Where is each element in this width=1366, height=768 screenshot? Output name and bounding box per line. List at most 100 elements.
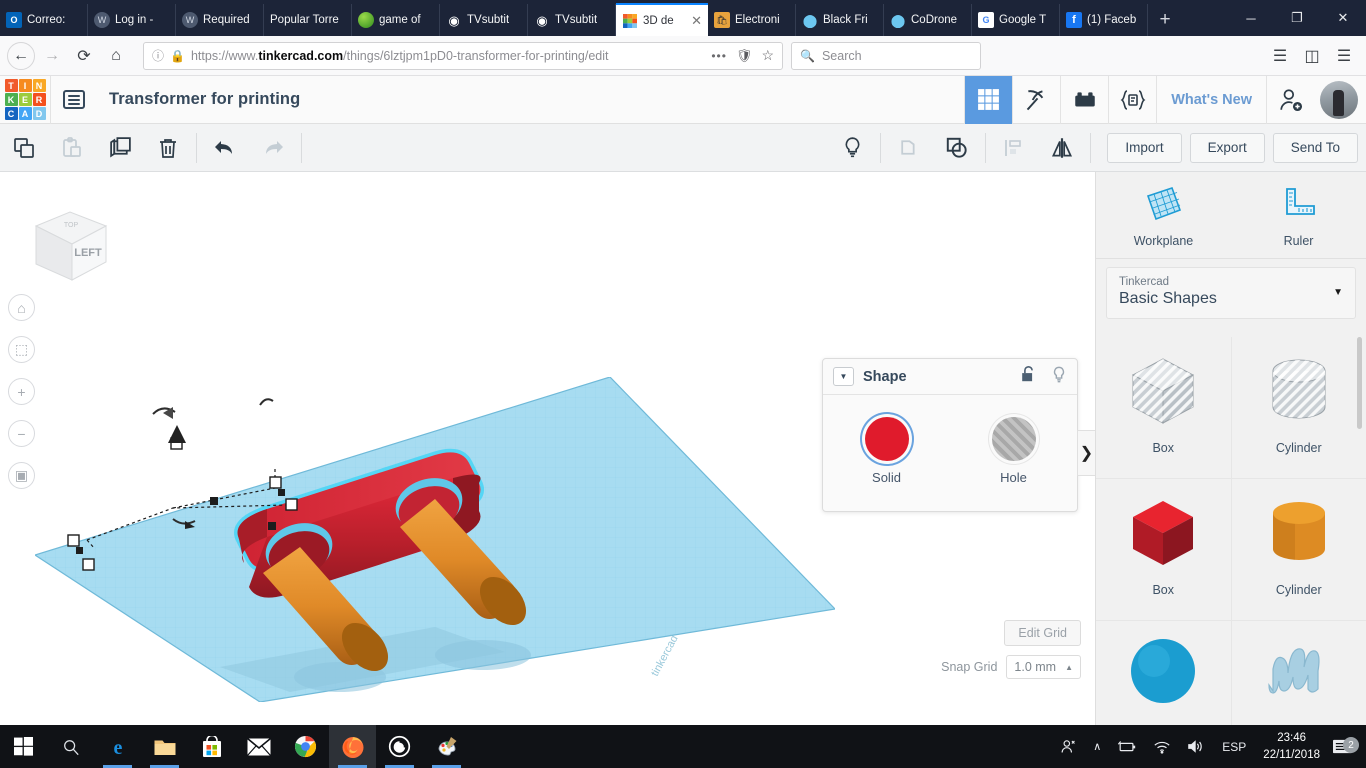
people-icon[interactable] bbox=[1052, 738, 1085, 755]
browser-tab[interactable]: 🛍 Electroni bbox=[708, 4, 796, 36]
shapes-row: Sphere Scribble bbox=[1096, 621, 1366, 725]
shapes-scrollbar[interactable] bbox=[1357, 337, 1362, 429]
action-center-icon[interactable]: 2 bbox=[1328, 737, 1362, 756]
browser-tab[interactable]: ◉ TVsubtit bbox=[440, 4, 528, 36]
browser-tab[interactable]: ⬤ CoDrone bbox=[884, 4, 972, 36]
search-bar[interactable]: 🔍 Search bbox=[791, 42, 981, 70]
pocket-icon[interactable]: 🛡 bbox=[736, 48, 753, 64]
duplicate-icon[interactable] bbox=[96, 124, 144, 171]
hamburger-menu-icon[interactable]: ☰ bbox=[1329, 41, 1359, 71]
battery-icon[interactable] bbox=[1109, 740, 1145, 754]
restore-button[interactable]: ❐ bbox=[1274, 0, 1320, 36]
paint-icon[interactable] bbox=[423, 725, 470, 768]
browser-tab[interactable]: G Google T bbox=[972, 4, 1060, 36]
solid-swatch[interactable] bbox=[865, 417, 909, 461]
sidebar-tool-workplane[interactable]: Workplane bbox=[1096, 186, 1231, 248]
star-icon[interactable]: ☆ bbox=[761, 47, 774, 64]
volume-icon[interactable] bbox=[1179, 739, 1213, 754]
store-icon[interactable] bbox=[188, 725, 235, 768]
close-window-button[interactable]: ✕ bbox=[1320, 0, 1366, 36]
language-indicator[interactable]: ESP bbox=[1213, 740, 1255, 754]
spiral-icon[interactable] bbox=[376, 725, 423, 768]
folder-icon[interactable] bbox=[141, 725, 188, 768]
url-bar[interactable]: ⓘ 🔒 https://www.tinkercad.com/things/6lz… bbox=[143, 42, 783, 70]
shape-item-hole-box[interactable]: Box bbox=[1096, 337, 1232, 479]
library-icon[interactable]: ☰ bbox=[1265, 41, 1295, 71]
tinkercad-logo[interactable]: T I N K E R C A D bbox=[0, 76, 50, 124]
copy-icon[interactable] bbox=[0, 124, 48, 171]
trash-icon[interactable] bbox=[144, 124, 192, 171]
group-icon[interactable] bbox=[933, 124, 981, 171]
chevron-down-icon[interactable]: ▼ bbox=[833, 367, 854, 386]
hole-option[interactable]: Hole bbox=[950, 417, 1077, 485]
browser-tab[interactable]: W Log in - bbox=[88, 4, 176, 36]
browser-tab[interactable]: W Required bbox=[176, 4, 264, 36]
lego-brick-icon[interactable] bbox=[1060, 76, 1108, 124]
mirror-icon[interactable] bbox=[1038, 124, 1086, 171]
sidebar-tool-ruler[interactable]: Ruler bbox=[1231, 186, 1366, 248]
browser-tab[interactable]: f (1) Faceb bbox=[1060, 4, 1148, 36]
3d-canvas[interactable]: LEFT TOP ⌂ ⬚ + − ▣ bbox=[0, 172, 1095, 725]
zoom-out-button[interactable]: − bbox=[8, 420, 35, 447]
workplane[interactable]: tinkercad bbox=[35, 377, 835, 702]
shape-item-scribble[interactable]: Scribble bbox=[1232, 621, 1366, 725]
unlock-icon[interactable] bbox=[1020, 365, 1037, 388]
edit-grid-button[interactable]: Edit Grid bbox=[1004, 620, 1081, 646]
start-button[interactable] bbox=[0, 725, 47, 768]
library-selector[interactable]: Tinkercad Basic Shapes ▼ bbox=[1106, 267, 1356, 319]
browser-tab[interactable]: Popular Torre bbox=[264, 4, 352, 36]
fit-to-view-button[interactable]: ⬚ bbox=[8, 336, 35, 363]
firefox-icon[interactable] bbox=[329, 725, 376, 768]
back-button[interactable]: ← bbox=[7, 42, 35, 70]
codeblock-icon[interactable] bbox=[1108, 76, 1156, 124]
snap-grid-select[interactable]: 1.0 mm ▲ bbox=[1006, 655, 1081, 679]
pickaxe-icon[interactable] bbox=[1012, 76, 1060, 124]
shape-item-sphere[interactable]: Sphere bbox=[1096, 621, 1232, 725]
reload-button[interactable]: ⟳ bbox=[69, 41, 99, 71]
shape-item-solid-cylinder[interactable]: Cylinder bbox=[1232, 479, 1366, 621]
new-tab-button[interactable]: + bbox=[1148, 4, 1182, 36]
browser-tab[interactable]: game of bbox=[352, 4, 440, 36]
clock[interactable]: 23:46 22/11/2018 bbox=[1255, 730, 1328, 763]
browser-tab-active[interactable]: 3D de ✕ bbox=[616, 3, 708, 36]
edge-icon[interactable]: e bbox=[94, 725, 141, 768]
wifi-icon[interactable] bbox=[1145, 739, 1179, 754]
browser-tab[interactable]: ◉ TVsubtit bbox=[528, 4, 616, 36]
solid-option[interactable]: Solid bbox=[823, 417, 950, 485]
ortho-perspective-toggle-button[interactable]: ▣ bbox=[8, 462, 35, 489]
panel-collapse-handle[interactable]: ❯ bbox=[1077, 430, 1095, 476]
page-info-icon[interactable]: ⓘ bbox=[152, 47, 164, 64]
zoom-in-button[interactable]: + bbox=[8, 378, 35, 405]
send-to-button[interactable]: Send To bbox=[1273, 133, 1358, 163]
chevron-up-icon[interactable]: ∧ bbox=[1085, 740, 1109, 753]
shape-panel[interactable]: ▼ Shape bbox=[822, 358, 1078, 512]
whats-new-link[interactable]: What's New bbox=[1156, 76, 1266, 124]
minimize-button[interactable]: ─ bbox=[1228, 0, 1274, 36]
home-view-button[interactable]: ⌂ bbox=[8, 294, 35, 321]
home-button[interactable]: ⌂ bbox=[101, 41, 131, 71]
shape-item-hole-cylinder[interactable]: Cylinder bbox=[1232, 337, 1366, 479]
import-button[interactable]: Import bbox=[1107, 133, 1181, 163]
view-cube[interactable]: LEFT TOP bbox=[22, 204, 114, 288]
sidebar-icon[interactable]: ◫ bbox=[1297, 41, 1327, 71]
page-actions-icon[interactable]: ••• bbox=[711, 49, 727, 63]
export-button[interactable]: Export bbox=[1190, 133, 1265, 163]
avatar[interactable] bbox=[1320, 81, 1358, 119]
project-menu-icon[interactable] bbox=[51, 76, 97, 124]
forward-button[interactable]: → bbox=[37, 41, 67, 71]
mail-icon[interactable] bbox=[235, 725, 282, 768]
chrome-icon[interactable] bbox=[282, 725, 329, 768]
undo-arrow-icon[interactable] bbox=[201, 124, 249, 171]
add-person-icon[interactable] bbox=[1266, 76, 1314, 124]
shape-item-solid-box[interactable]: Box bbox=[1096, 479, 1232, 621]
close-icon[interactable]: ✕ bbox=[691, 13, 702, 29]
search-icon[interactable] bbox=[47, 725, 94, 768]
shapes-grid[interactable]: Box Cylinder bbox=[1096, 329, 1366, 725]
hole-swatch[interactable] bbox=[992, 417, 1036, 461]
lightbulb-icon[interactable] bbox=[1051, 365, 1067, 389]
redo-arrow-icon bbox=[249, 124, 297, 171]
browser-tab[interactable]: O Correo: bbox=[0, 4, 88, 36]
lightbulb-icon[interactable] bbox=[828, 124, 876, 171]
browser-tab[interactable]: ⬤ Black Fri bbox=[796, 4, 884, 36]
grid-icon[interactable] bbox=[964, 76, 1012, 124]
